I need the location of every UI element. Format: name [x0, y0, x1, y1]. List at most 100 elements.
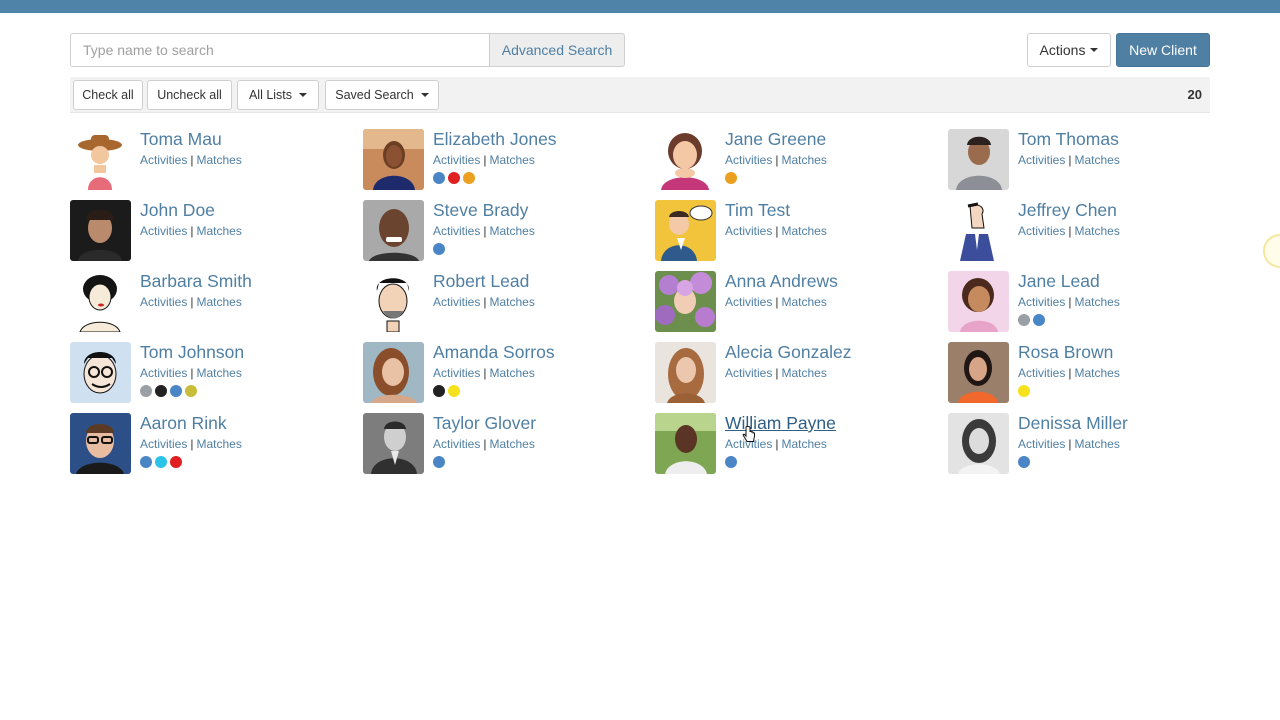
matches-link[interactable]: Matches: [781, 437, 826, 451]
client-links: Activities | Matches: [140, 437, 242, 451]
client-name-link[interactable]: Robert Lead: [433, 271, 529, 291]
client-avatar[interactable]: [363, 271, 424, 332]
client-avatar[interactable]: [948, 413, 1009, 474]
search-input[interactable]: [70, 33, 489, 67]
client-tags: [725, 456, 737, 468]
client-name-link[interactable]: Toma Mau: [140, 129, 222, 149]
matches-link[interactable]: Matches: [489, 437, 534, 451]
activities-link[interactable]: Activities: [725, 153, 772, 167]
client-name-link[interactable]: Barbara Smith: [140, 271, 252, 291]
client-avatar[interactable]: [70, 271, 131, 332]
activities-link[interactable]: Activities: [433, 437, 480, 451]
matches-link[interactable]: Matches: [781, 295, 826, 309]
client-name-link[interactable]: Anna Andrews: [725, 271, 838, 291]
client-avatar[interactable]: [655, 129, 716, 190]
client-avatar[interactable]: [363, 342, 424, 403]
matches-link[interactable]: Matches: [489, 366, 534, 380]
matches-link[interactable]: Matches: [196, 295, 241, 309]
client-avatar[interactable]: [655, 413, 716, 474]
client-name-link[interactable]: Aaron Rink: [140, 413, 227, 433]
activities-link[interactable]: Activities: [140, 366, 187, 380]
activities-link[interactable]: Activities: [140, 295, 187, 309]
matches-link[interactable]: Matches: [196, 153, 241, 167]
activities-link[interactable]: Activities: [140, 437, 187, 451]
matches-link[interactable]: Matches: [196, 437, 241, 451]
activities-link[interactable]: Activities: [140, 153, 187, 167]
client-avatar[interactable]: [363, 129, 424, 190]
client-card: Anna Andrews Activities | Matches: [655, 271, 935, 333]
client-name-link[interactable]: John Doe: [140, 200, 215, 220]
client-name-link[interactable]: Rosa Brown: [1018, 342, 1113, 362]
client-avatar[interactable]: [655, 342, 716, 403]
client-card: Jane Greene Activities | Matches: [655, 129, 935, 191]
activities-link[interactable]: Activities: [1018, 437, 1065, 451]
matches-link[interactable]: Matches: [489, 224, 534, 238]
activities-link[interactable]: Activities: [433, 366, 480, 380]
uncheck-all-button[interactable]: Uncheck all: [147, 80, 232, 110]
client-name-link[interactable]: Jeffrey Chen: [1018, 200, 1117, 220]
client-avatar[interactable]: [948, 129, 1009, 190]
matches-link[interactable]: Matches: [1074, 295, 1119, 309]
client-name-link[interactable]: William Payne: [725, 413, 836, 433]
client-tags: [433, 456, 445, 468]
client-avatar[interactable]: [655, 200, 716, 261]
check-all-button[interactable]: Check all: [73, 80, 143, 110]
activities-link[interactable]: Activities: [140, 224, 187, 238]
matches-link[interactable]: Matches: [781, 153, 826, 167]
client-avatar[interactable]: [363, 413, 424, 474]
activities-link[interactable]: Activities: [1018, 366, 1065, 380]
tag-dot-gray: [140, 385, 152, 397]
client-name-link[interactable]: Denissa Miller: [1018, 413, 1128, 433]
matches-link[interactable]: Matches: [196, 366, 241, 380]
client-links: Activities | Matches: [1018, 224, 1120, 238]
client-card: Robert Lead Activities | Matches: [363, 271, 643, 333]
client-name-link[interactable]: Tom Thomas: [1018, 129, 1119, 149]
new-client-button[interactable]: New Client: [1116, 33, 1210, 67]
saved-search-dropdown[interactable]: Saved Search: [325, 80, 439, 110]
matches-link[interactable]: Matches: [1074, 224, 1119, 238]
client-avatar[interactable]: [70, 413, 131, 474]
client-name-link[interactable]: Tom Johnson: [140, 342, 244, 362]
client-name-link[interactable]: Tim Test: [725, 200, 790, 220]
client-name-link[interactable]: Alecia Gonzalez: [725, 342, 851, 362]
client-avatar[interactable]: [70, 129, 131, 190]
activities-link[interactable]: Activities: [725, 437, 772, 451]
advanced-search-button[interactable]: Advanced Search: [489, 33, 625, 67]
client-avatar[interactable]: [948, 342, 1009, 403]
matches-link[interactable]: Matches: [1074, 366, 1119, 380]
client-links: Activities | Matches: [725, 437, 827, 451]
client-name-link[interactable]: Steve Brady: [433, 200, 528, 220]
client-name-link[interactable]: Taylor Glover: [433, 413, 536, 433]
list-toolbar: Check all Uncheck all All Lists Saved Se…: [70, 77, 1210, 113]
matches-link[interactable]: Matches: [489, 153, 534, 167]
activities-link[interactable]: Activities: [725, 295, 772, 309]
client-avatar[interactable]: [70, 200, 131, 261]
client-avatar[interactable]: [363, 200, 424, 261]
activities-link[interactable]: Activities: [725, 366, 772, 380]
matches-link[interactable]: Matches: [781, 366, 826, 380]
client-avatar[interactable]: [70, 342, 131, 403]
activities-link[interactable]: Activities: [433, 224, 480, 238]
matches-link[interactable]: Matches: [1074, 437, 1119, 451]
client-name-link[interactable]: Elizabeth Jones: [433, 129, 557, 149]
matches-link[interactable]: Matches: [1074, 153, 1119, 167]
client-avatar[interactable]: [948, 200, 1009, 261]
activities-link[interactable]: Activities: [433, 153, 480, 167]
tag-dot-gray: [1018, 314, 1030, 326]
client-name-link[interactable]: Amanda Sorros: [433, 342, 555, 362]
client-name-link[interactable]: Jane Lead: [1018, 271, 1100, 291]
matches-link[interactable]: Matches: [489, 295, 534, 309]
client-avatar[interactable]: [948, 271, 1009, 332]
matches-link[interactable]: Matches: [196, 224, 241, 238]
activities-link[interactable]: Activities: [1018, 153, 1065, 167]
activities-link[interactable]: Activities: [1018, 295, 1065, 309]
activities-link[interactable]: Activities: [1018, 224, 1065, 238]
tag-dot-blue: [170, 385, 182, 397]
activities-link[interactable]: Activities: [433, 295, 480, 309]
all-lists-dropdown[interactable]: All Lists: [237, 80, 319, 110]
activities-link[interactable]: Activities: [725, 224, 772, 238]
matches-link[interactable]: Matches: [781, 224, 826, 238]
client-name-link[interactable]: Jane Greene: [725, 129, 826, 149]
actions-dropdown-button[interactable]: Actions: [1027, 33, 1111, 67]
client-avatar[interactable]: [655, 271, 716, 332]
